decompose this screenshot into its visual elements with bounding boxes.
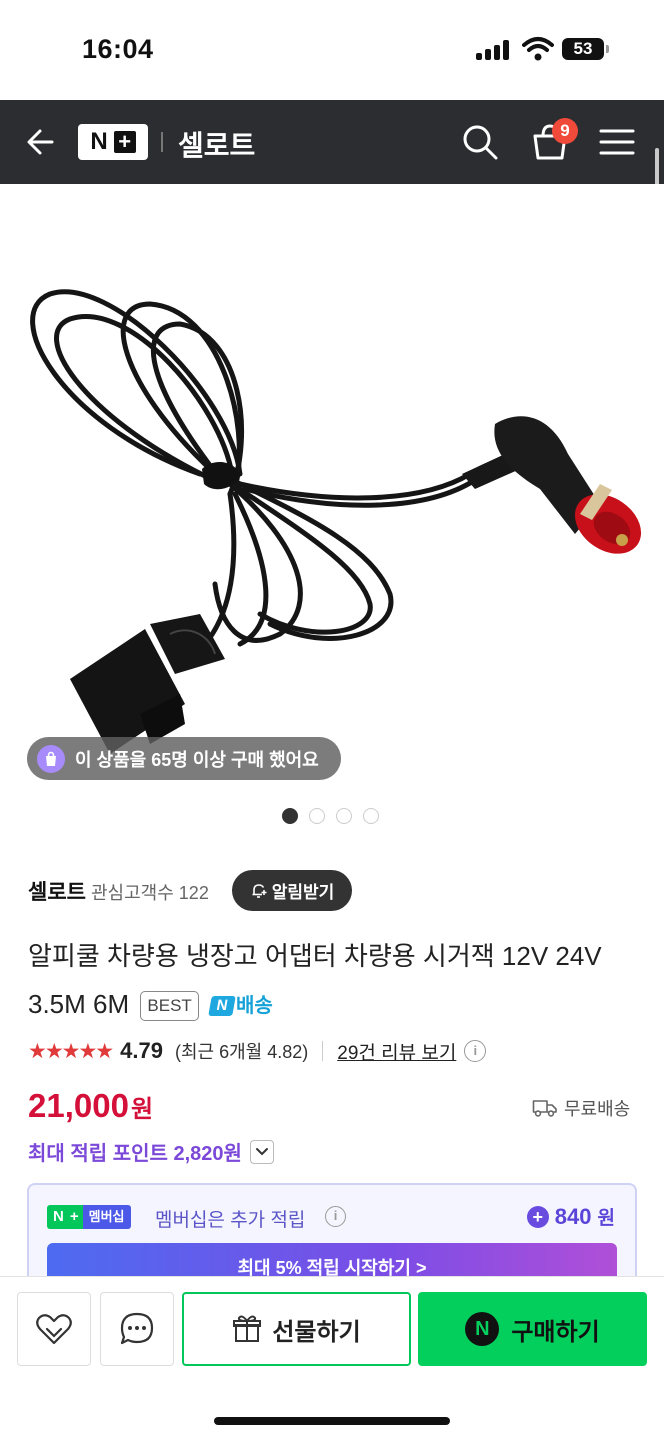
store-title[interactable]: 셀로트 xyxy=(178,124,255,164)
price-amount: 21,000 xyxy=(28,1087,129,1124)
buy-label: 구매하기 xyxy=(511,1318,600,1346)
carousel-dot[interactable] xyxy=(336,808,352,824)
membership-points-value: 840 xyxy=(554,1203,592,1229)
membership-points: + 840 원 xyxy=(526,1203,615,1230)
truck-icon xyxy=(532,1100,557,1117)
gift-icon xyxy=(233,1315,262,1342)
carousel-dot[interactable] xyxy=(363,808,379,824)
rating-recent: (최근 6개월 4.82) xyxy=(174,1042,309,1062)
wifi-icon xyxy=(522,37,554,61)
plus-circle-icon: + xyxy=(526,1205,549,1228)
rating-stars: ★★★★★ xyxy=(28,1039,114,1063)
n-delivery-badge: N 배송 xyxy=(208,982,273,1030)
bottom-action-bar: 선물하기 N 구매하기 xyxy=(0,1276,664,1440)
home-indicator[interactable] xyxy=(214,1417,450,1425)
max-points: 최대 적립 포인트 2,820원 xyxy=(28,1137,274,1166)
cart-count-badge: 9 xyxy=(552,118,578,144)
membership-badge-label: 멤버십 xyxy=(82,1205,131,1229)
heart-icon xyxy=(36,1314,72,1345)
info-icon[interactable]: i xyxy=(464,1040,487,1062)
chevron-down-icon[interactable] xyxy=(249,1139,274,1164)
membership-badge-n: N xyxy=(47,1205,70,1229)
review-link[interactable]: 29건 리뷰 보기 xyxy=(337,1038,456,1065)
gift-label: 선물하기 xyxy=(272,1318,361,1346)
carousel-dot[interactable] xyxy=(309,808,325,824)
best-badge: BEST xyxy=(140,991,199,1022)
store-name-link[interactable]: 셀로트 xyxy=(28,876,86,906)
n-delivery-icon: N xyxy=(208,996,236,1017)
chat-bubble-icon xyxy=(120,1312,154,1345)
rating-value: 4.79 xyxy=(120,1038,163,1063)
naver-plus-logo[interactable]: N + xyxy=(78,124,148,160)
search-icon[interactable] xyxy=(460,122,500,162)
purchase-count-notice: 이 상품을 65명 이상 구매 했어요 xyxy=(27,737,341,780)
buy-button[interactable]: N 구매하기 xyxy=(418,1292,647,1366)
gift-button[interactable]: 선물하기 xyxy=(182,1292,411,1366)
product-image-carousel[interactable] xyxy=(0,184,664,794)
membership-points-unit: 원 xyxy=(597,1208,615,1229)
logo-n-text: N xyxy=(90,128,108,155)
purchase-notice-text: 이 상품을 65명 이상 구매 했어요 xyxy=(75,749,319,770)
shopping-bag-icon xyxy=(37,744,65,773)
membership-info-icon[interactable]: i xyxy=(325,1206,346,1227)
carousel-pagination xyxy=(282,808,379,824)
rating-divider xyxy=(322,1041,324,1061)
wishlist-button[interactable] xyxy=(17,1292,91,1366)
hamburger-menu-icon[interactable] xyxy=(598,124,636,160)
back-arrow-icon[interactable] xyxy=(22,122,62,162)
shipping-label: 무료배송 xyxy=(564,1099,631,1119)
membership-text: 멤버십은 추가 적립 xyxy=(155,1210,306,1231)
alarm-label: 알림받기 xyxy=(271,883,335,902)
price-unit: 원 xyxy=(130,1096,154,1123)
delivery-label: 배송 xyxy=(236,995,273,1018)
product-title: 알피쿨 차량용 냉장고 어댑터 차량용 시거잭 12V 24V 3.5M 6M … xyxy=(28,932,628,1030)
shipping-info: 무료배송 xyxy=(532,1095,630,1121)
product-photo-cable xyxy=(30,289,642,754)
top-nav-bar: N + 셀로트 9 xyxy=(0,100,664,184)
product-title-text: 알피쿨 차량용 냉장고 어댑터 차량용 시거잭 12V 24V 3.5M 6M xyxy=(28,941,602,1019)
status-time: 16:04 xyxy=(82,34,154,64)
price: 21,000원 xyxy=(28,1087,153,1125)
nav-divider xyxy=(161,132,163,152)
talk-talk-button[interactable] xyxy=(100,1292,174,1366)
membership-badge-plus: + xyxy=(69,1205,83,1229)
points-label: 최대 적립 포인트 2,820원 xyxy=(28,1143,242,1165)
rating-row: ★★★★★ 4.79 (최근 6개월 4.82) 29건 리뷰 보기 i xyxy=(28,1035,487,1067)
alarm-subscribe-button[interactable]: 알림받기 xyxy=(232,870,352,911)
carousel-dot[interactable] xyxy=(282,808,298,824)
battery-indicator: 53 xyxy=(562,38,609,60)
status-bar: 16:04 53 xyxy=(0,0,664,100)
bell-plus-icon xyxy=(252,883,267,898)
naver-pay-icon: N xyxy=(465,1312,500,1346)
signal-icon xyxy=(476,40,510,60)
membership-badge: N + 멤버십 xyxy=(47,1205,131,1229)
store-followers: 관심고객수 122 xyxy=(91,883,209,903)
logo-plus-text: + xyxy=(113,131,136,153)
